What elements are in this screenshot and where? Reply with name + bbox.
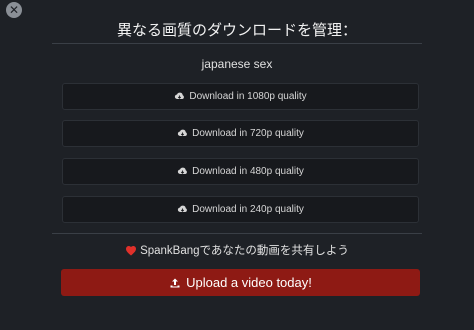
download-720p-button[interactable]: Download in 720p quality xyxy=(62,120,419,147)
download-480p-button[interactable]: Download in 480p quality xyxy=(62,158,419,185)
close-button[interactable]: ✕ xyxy=(6,2,22,18)
download-1080p-button[interactable]: Download in 1080p quality xyxy=(62,83,419,110)
video-title: japanese sex xyxy=(201,57,273,71)
download-label: Download in 480p quality xyxy=(192,166,304,177)
cloud-download-icon xyxy=(175,92,185,100)
close-icon: ✕ xyxy=(8,3,20,17)
modal-title: 異なる画質のダウンロードを管理： xyxy=(116,21,357,39)
divider xyxy=(52,233,422,234)
share-prompt: SpankBangであなたの動画を共有しよう xyxy=(0,242,474,258)
download-240p-button[interactable]: Download in 240p quality xyxy=(62,196,419,223)
cloud-download-icon xyxy=(177,205,188,213)
share-text: SpankBangであなたの動画を共有しよう xyxy=(140,245,349,257)
upload-label: Upload a video today! xyxy=(186,275,312,290)
download-label: Download in 1080p quality xyxy=(189,91,307,102)
cloud-download-icon xyxy=(177,167,188,175)
upload-icon xyxy=(170,278,180,287)
divider xyxy=(52,43,422,44)
download-label: Download in 720p quality xyxy=(192,128,304,139)
heart-icon xyxy=(126,245,137,255)
cloud-download-icon xyxy=(177,129,188,137)
download-label: Download in 240p quality xyxy=(192,204,304,215)
upload-video-button[interactable]: Upload a video today! xyxy=(61,269,420,296)
